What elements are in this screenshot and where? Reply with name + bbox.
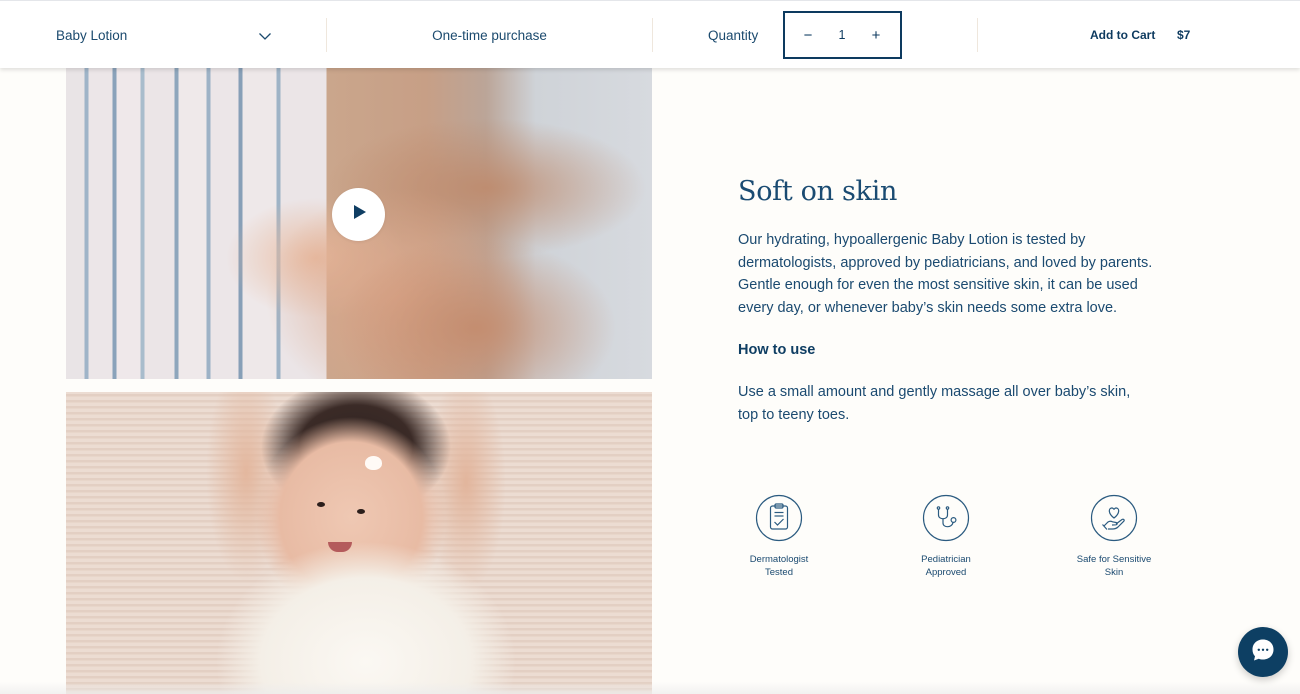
- chat-bubble-icon: [1250, 637, 1276, 668]
- badge-caption-line2: Tested: [765, 567, 793, 578]
- divider: [652, 18, 653, 52]
- badge-caption-line1: Pediatrician: [921, 554, 971, 565]
- clipboard-check-icon: [724, 494, 834, 542]
- badge-caption-line2: Skin: [1104, 567, 1124, 578]
- quantity-increment-button[interactable]: +: [869, 28, 883, 43]
- badge-safe-sensitive-skin: Safe for Sensitive Skin: [1059, 494, 1169, 579]
- divider: [977, 18, 978, 52]
- baby-eye: [357, 509, 365, 514]
- heart-hand-icon: [1059, 494, 1169, 542]
- quantity-stepper: − 1 +: [783, 11, 902, 59]
- sticky-purchase-bar: Baby Lotion One-time purchase Quantity −…: [0, 0, 1300, 68]
- play-icon: [350, 204, 367, 225]
- how-to-use-heading: How to use: [738, 342, 816, 358]
- badge-caption-line1: Safe for Sensitive: [1076, 554, 1152, 565]
- stethoscope-icon: [891, 494, 1001, 542]
- product-video[interactable]: [66, 68, 652, 379]
- variant-selected-label: Baby Lotion: [56, 27, 128, 43]
- purchase-type-option[interactable]: One-time purchase: [327, 1, 652, 69]
- quantity-decrement-button[interactable]: −: [801, 28, 815, 43]
- badge-caption-line2: Approved: [925, 567, 967, 578]
- how-to-use-text: Use a small amount and gently massage al…: [738, 384, 1131, 423]
- baby-photo: [66, 392, 652, 694]
- badge-dermatologist-tested: Dermatologist Tested: [724, 494, 834, 579]
- product-description: Our hydrating, hypoallergenic Baby Lotio…: [738, 232, 1153, 316]
- chat-widget-button[interactable]: [1238, 627, 1288, 677]
- play-button[interactable]: [332, 188, 385, 241]
- chevron-down-icon: [258, 29, 272, 43]
- product-details: Soft on skin Our hydrating, hypoallergen…: [738, 172, 1168, 426]
- badge-caption-line1: Dermatologist: [749, 554, 809, 565]
- lotion-dollop: [365, 456, 382, 470]
- product-image-baby: [66, 392, 652, 694]
- section-heading: Soft on skin: [738, 176, 898, 207]
- trust-badges: Dermatologist Tested Pediatrician Approv…: [738, 494, 1158, 594]
- price-label: $7: [1177, 28, 1191, 42]
- variant-dropdown[interactable]: Baby Lotion: [0, 1, 326, 69]
- badge-pediatrician-approved: Pediatrician Approved: [891, 494, 1001, 579]
- add-to-cart-button[interactable]: Add to Cart: [1090, 1, 1155, 69]
- quantity-label: Quantity: [708, 27, 759, 43]
- quantity-value[interactable]: 1: [839, 28, 846, 42]
- baby-eye: [317, 502, 325, 507]
